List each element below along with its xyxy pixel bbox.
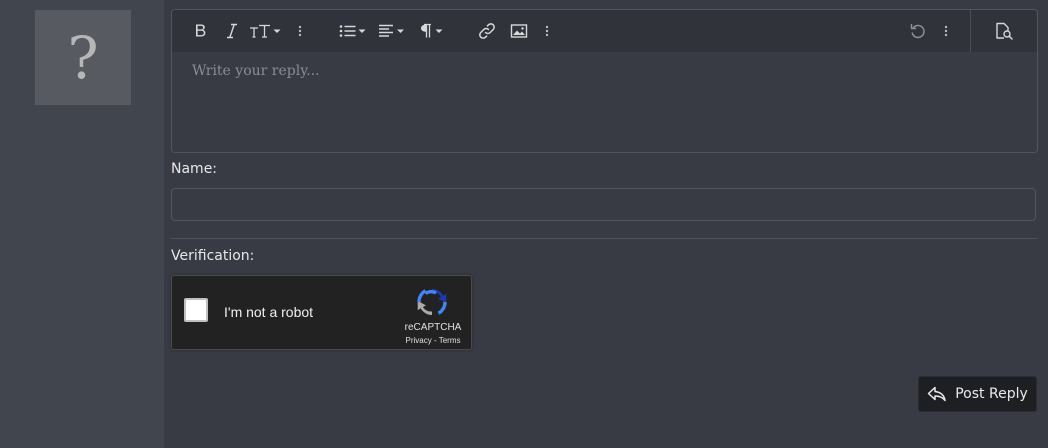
name-input[interactable] (171, 188, 1036, 221)
italic-icon (227, 23, 237, 39)
verification-label: Verification: (171, 248, 255, 264)
recaptcha-terms-link[interactable]: Terms (439, 336, 461, 345)
name-label: Name: (171, 161, 218, 177)
preview-button[interactable] (990, 10, 1018, 52)
image-icon (510, 24, 528, 38)
recaptcha-widget: I'm not a robot reCAPTCHA Privacy - Term… (171, 275, 472, 350)
bold-icon (196, 24, 206, 37)
post-reply-button[interactable]: Post Reply (918, 376, 1037, 412)
vertical-ellipsis-icon (545, 25, 549, 37)
recaptcha-label: I'm not a robot (224, 304, 314, 320)
recaptcha-logo-icon (417, 289, 447, 315)
more-insert-button[interactable] (540, 10, 554, 52)
post-reply-label: Post Reply (955, 386, 1028, 402)
recaptcha-privacy-link[interactable]: Privacy (406, 336, 432, 345)
form-divider (171, 238, 1037, 239)
link-button[interactable] (476, 10, 498, 52)
bold-button[interactable] (190, 10, 212, 52)
list-button[interactable] (338, 10, 368, 52)
image-button[interactable] (508, 10, 530, 52)
vertical-ellipsis-icon (944, 25, 948, 37)
recaptcha-links: Privacy - Terms (390, 336, 476, 345)
align-left-icon (379, 24, 404, 37)
undo-icon (910, 23, 925, 39)
paragraph-button[interactable] (418, 10, 446, 52)
vertical-ellipsis-icon (298, 25, 302, 37)
more-text-button[interactable] (293, 10, 307, 52)
font-size-button[interactable] (249, 10, 283, 52)
italic-button[interactable] (221, 10, 243, 52)
preview-icon (996, 22, 1013, 40)
message-pointer (157, 16, 164, 30)
recaptcha-checkbox[interactable] (184, 298, 208, 322)
editor-toolbar (172, 10, 1037, 52)
avatar: ? (35, 10, 131, 105)
align-button[interactable] (378, 10, 408, 52)
pilcrow-icon (421, 23, 443, 38)
avatar-column: ? (0, 0, 164, 448)
reply-icon (927, 386, 946, 402)
undo-button[interactable] (907, 10, 929, 52)
list-icon (339, 25, 366, 37)
more-options-button[interactable] (939, 10, 953, 52)
toolbar-separator (970, 10, 971, 52)
link-icon (479, 23, 495, 39)
recaptcha-brand: reCAPTCHA (404, 322, 462, 333)
reply-editor (171, 9, 1038, 153)
recaptcha-link-separator: - (433, 336, 437, 345)
text-size-icon (250, 24, 281, 38)
reply-textarea[interactable] (172, 52, 1037, 152)
